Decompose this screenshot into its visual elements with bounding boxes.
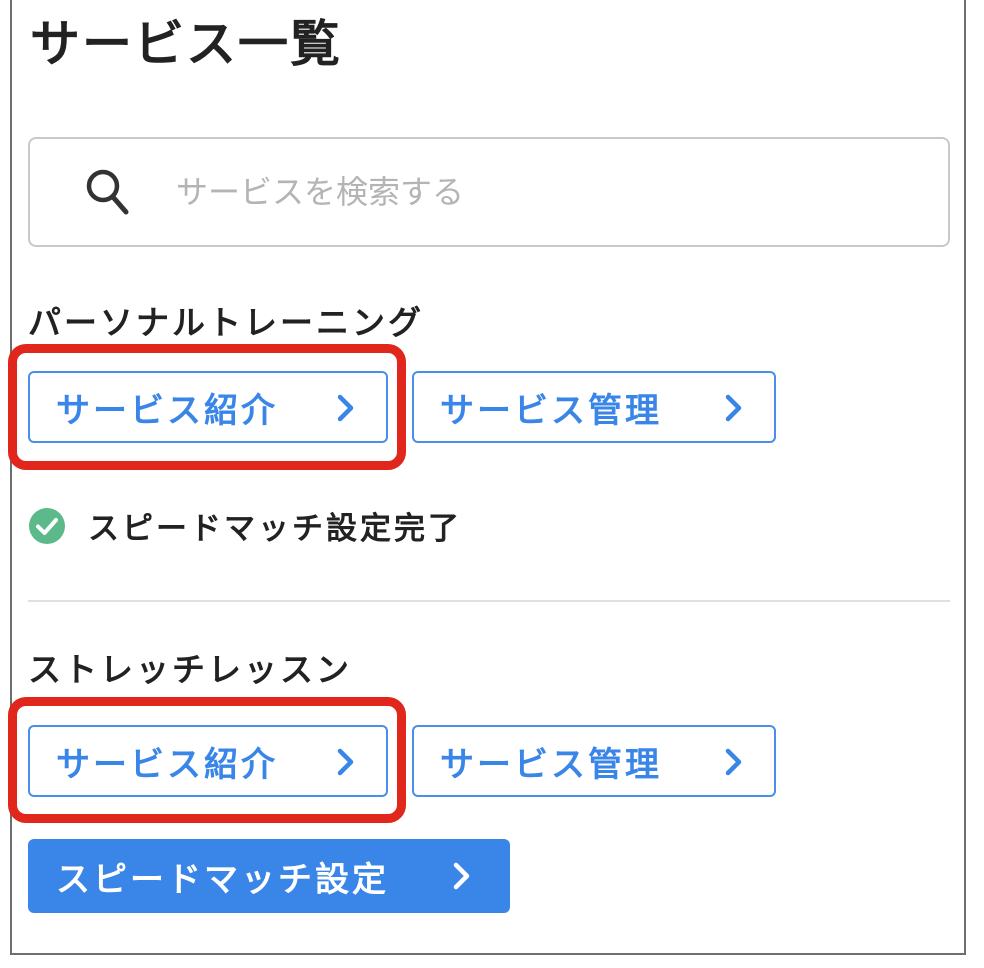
service-intro-label: サービス紹介 <box>56 744 278 785</box>
search-input[interactable] <box>176 167 876 217</box>
divider <box>28 600 950 602</box>
service-manage-button[interactable]: サービス管理 <box>412 725 776 797</box>
service-manage-label: サービス管理 <box>440 744 662 785</box>
speedmatch-settings-label: スピードマッチ設定 <box>56 859 389 900</box>
check-circle-icon <box>29 507 65 544</box>
service-list-panel: サービス一覧 パーソナルトレーニング サービス紹介 サービス管理 スピードマッチ… <box>8 0 966 955</box>
chevron-right-icon <box>725 394 742 422</box>
chevron-right-icon <box>453 862 470 890</box>
service-manage-label: サービス管理 <box>440 390 662 431</box>
page-title: サービス一覧 <box>30 15 342 73</box>
chevron-right-icon <box>337 394 354 422</box>
service-intro-label: サービス紹介 <box>56 390 278 431</box>
chevron-right-icon <box>725 748 742 776</box>
service-intro-button[interactable]: サービス紹介 <box>28 725 388 797</box>
search-box[interactable] <box>28 137 950 247</box>
section-title-personal-training: パーソナルトレーニング <box>28 303 424 342</box>
speedmatch-status: スピードマッチ設定完了 <box>28 503 462 548</box>
service-manage-button[interactable]: サービス管理 <box>412 371 776 443</box>
section-title-stretch-lesson: ストレッチレッスン <box>28 650 352 689</box>
chevron-right-icon <box>337 748 354 776</box>
status-text: スピードマッチ設定完了 <box>88 511 462 547</box>
service-intro-button[interactable]: サービス紹介 <box>28 371 388 443</box>
speedmatch-settings-button[interactable]: スピードマッチ設定 <box>28 839 510 913</box>
search-icon <box>86 169 129 215</box>
